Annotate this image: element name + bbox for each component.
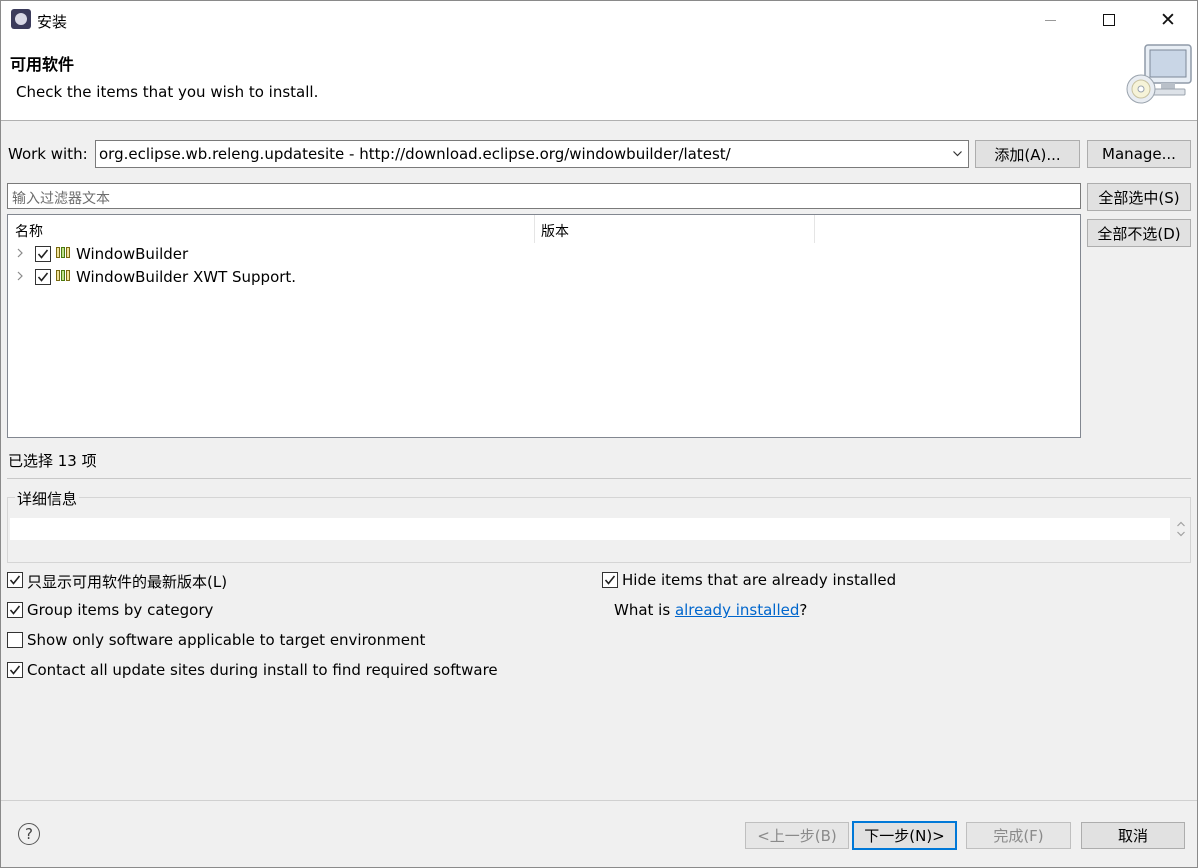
page-description: Check the items that you wish to install… xyxy=(16,83,319,101)
filter-placeholder: 输入过滤器文本 xyxy=(12,191,110,207)
what-is-installed-line: What is already installed? xyxy=(614,601,807,619)
finish-button[interactable]: 完成(F) xyxy=(966,822,1071,849)
already-installed-link[interactable]: already installed xyxy=(675,601,799,619)
help-icon[interactable]: ? xyxy=(18,823,40,845)
column-header-version[interactable]: 版本 xyxy=(534,215,814,243)
add-site-button[interactable]: 添加(A)... xyxy=(975,140,1080,168)
close-icon: ✕ xyxy=(1160,9,1176,31)
checkmark-icon xyxy=(9,605,21,615)
tree-row[interactable]: WindowBuilder xyxy=(8,243,1080,266)
footer-separator xyxy=(1,800,1197,801)
checkmark-icon xyxy=(37,249,49,259)
details-scroll-arrows-icon[interactable] xyxy=(1176,520,1186,538)
cancel-button[interactable]: 取消 xyxy=(1081,822,1185,849)
target-env-label: Show only software applicable to target … xyxy=(27,631,426,649)
close-button[interactable]: ✕ xyxy=(1139,1,1197,39)
item-name: WindowBuilder XWT Support. xyxy=(76,268,297,286)
contact-sites-option[interactable]: Contact all update sites during install … xyxy=(7,661,567,681)
target-env-checkbox[interactable] xyxy=(7,632,23,648)
software-tree[interactable]: 名称 版本 WindowBuilder WindowBuilder XWT Su… xyxy=(7,214,1081,438)
back-button[interactable]: <上一步(B) xyxy=(745,822,849,849)
deselect-all-button[interactable]: 全部不选(D) xyxy=(1087,219,1191,247)
details-title: 详细信息 xyxy=(15,488,80,509)
manage-sites-button[interactable]: Manage... xyxy=(1087,140,1191,168)
eclipse-app-icon xyxy=(11,9,31,29)
page-title: 可用软件 xyxy=(10,55,75,74)
latest-versions-checkbox[interactable] xyxy=(7,572,23,588)
item-name: WindowBuilder xyxy=(76,245,189,263)
group-by-category-option[interactable]: Group items by category xyxy=(7,601,407,621)
checkmark-icon xyxy=(9,665,21,675)
work-with-label: Work with: xyxy=(8,145,88,163)
hide-installed-option[interactable]: Hide items that are already installed xyxy=(602,571,1022,591)
column-header-name[interactable]: 名称 xyxy=(8,215,534,243)
expand-arrow-icon[interactable] xyxy=(16,248,24,258)
what-is-prefix: What is xyxy=(614,601,675,619)
checkmark-icon xyxy=(37,272,49,282)
wizard-header: 可用软件 Check the items that you wish to in… xyxy=(1,39,1197,121)
work-with-value: org.eclipse.wb.releng.updatesite - http:… xyxy=(99,145,731,163)
chevron-down-icon xyxy=(953,151,962,157)
group-by-category-label: Group items by category xyxy=(27,601,214,619)
title-bar: 安装 ✕ xyxy=(1,1,1197,39)
separator xyxy=(7,478,1191,479)
install-dialog: 安装 ✕ 可用软件 Check the items that you wish … xyxy=(0,0,1198,868)
latest-versions-label: 只显示可用软件的最新版本(L) xyxy=(27,573,228,591)
checkmark-icon xyxy=(9,575,21,585)
contact-sites-label: Contact all update sites during install … xyxy=(27,661,498,679)
maximize-icon xyxy=(1103,14,1115,26)
hide-installed-label: Hide items that are already installed xyxy=(622,571,897,589)
minimize-button[interactable] xyxy=(1021,1,1079,39)
item-checkbox[interactable] xyxy=(35,246,51,262)
details-text[interactable] xyxy=(10,518,1170,540)
group-by-category-checkbox[interactable] xyxy=(7,602,23,618)
target-env-option[interactable]: Show only software applicable to target … xyxy=(7,631,507,651)
feature-group-icon xyxy=(56,247,70,258)
filter-input[interactable]: 输入过滤器文本 xyxy=(7,183,1081,209)
what-is-suffix: ? xyxy=(799,601,808,619)
work-with-combo[interactable]: org.eclipse.wb.releng.updatesite - http:… xyxy=(95,140,969,168)
column-separator[interactable] xyxy=(814,215,815,243)
contact-sites-checkbox[interactable] xyxy=(7,662,23,678)
feature-group-icon xyxy=(56,270,70,281)
checkmark-icon xyxy=(604,575,616,585)
select-all-button[interactable]: 全部选中(S) xyxy=(1087,183,1191,211)
minimize-icon xyxy=(1044,19,1056,21)
maximize-button[interactable] xyxy=(1080,1,1138,39)
expand-arrow-icon[interactable] xyxy=(16,271,24,281)
item-checkbox[interactable] xyxy=(35,269,51,285)
window-title: 安装 xyxy=(37,13,68,31)
hide-installed-checkbox[interactable] xyxy=(602,572,618,588)
selection-status: 已选择 13 项 xyxy=(8,452,97,470)
install-monitor-cd-icon xyxy=(1126,44,1192,104)
details-group: 详细信息 xyxy=(7,488,1191,563)
tree-row[interactable]: WindowBuilder XWT Support. xyxy=(8,266,1080,289)
next-button[interactable]: 下一步(N)> xyxy=(852,821,957,850)
latest-versions-option[interactable]: 只显示可用软件的最新版本(L) xyxy=(7,571,407,591)
